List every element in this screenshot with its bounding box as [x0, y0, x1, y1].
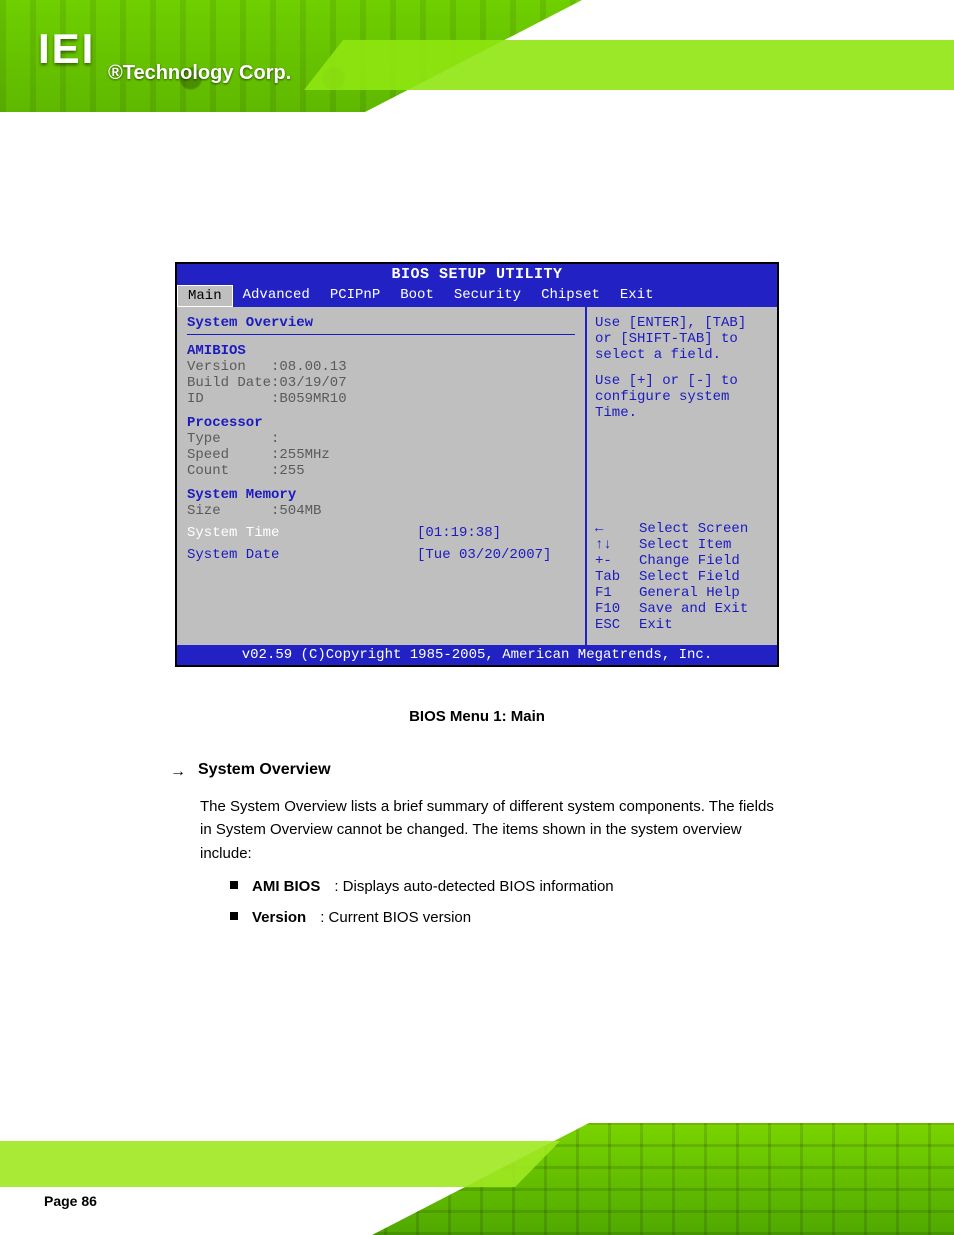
section-paragraph: The System Overview lists a brief summar… — [200, 795, 784, 865]
value-type: : — [271, 431, 279, 447]
tab-advanced[interactable]: Advanced — [233, 285, 320, 307]
value-system-date: [Tue 03/20/2007] — [417, 547, 551, 563]
label-speed: Speed — [187, 447, 271, 463]
section-label: System Overview — [198, 758, 331, 785]
group-memory: System Memory — [187, 487, 575, 503]
bios-title: BIOS SETUP UTILITY — [177, 264, 777, 285]
value-count: :255 — [271, 463, 305, 479]
footer-swoosh-green — [0, 1141, 560, 1187]
nav-key: ↑↓ — [595, 537, 639, 553]
page-footer: Page 86 — [0, 1123, 954, 1235]
bios-footer: v02.59 (C)Copyright 1985-2005, American … — [177, 645, 777, 665]
sub-bullet-label: Version — [252, 906, 306, 929]
label-system-date: System Date — [187, 547, 417, 563]
tagline: ®Technology Corp. — [108, 62, 291, 85]
section-item: → System Overview — [170, 758, 784, 785]
nav-label: Select Item — [639, 537, 731, 553]
nav-row: ↑↓Select Item — [595, 537, 769, 553]
label-id: ID — [187, 391, 271, 407]
nav-key: +- — [595, 553, 639, 569]
row-size: Size:504MB — [187, 503, 575, 519]
square-bullet-icon — [230, 881, 238, 889]
bios-right-pane: Use [ENTER], [TAB] or [SHIFT-TAB] to sel… — [587, 307, 777, 645]
arrow-icon: → — [170, 760, 186, 785]
nav-row: F1General Help — [595, 585, 769, 601]
nav-label: Select Field — [639, 569, 740, 585]
nav-list: ←Select Screen ↑↓Select Item +-Change Fi… — [595, 521, 769, 633]
label-count: Count — [187, 463, 271, 479]
bullet-item: AMI BIOS : Displays auto-detected BIOS i… — [230, 875, 784, 898]
help-line: configure system Time. — [595, 389, 769, 421]
bios-body: System Overview AMIBIOS Version:08.00.13… — [177, 307, 777, 645]
row-system-date[interactable]: System Date [Tue 03/20/2007] — [187, 547, 575, 563]
nav-row: +-Change Field — [595, 553, 769, 569]
section-system-overview: System Overview — [187, 315, 575, 331]
label-size: Size — [187, 503, 271, 519]
value-speed: :255MHz — [271, 447, 330, 463]
header-swoosh-green — [304, 40, 954, 90]
tab-exit[interactable]: Exit — [610, 285, 664, 307]
bios-left-pane: System Overview AMIBIOS Version:08.00.13… — [177, 307, 587, 645]
row-id: ID:B059MR10 — [187, 391, 575, 407]
figure-caption: BIOS Menu 1: Main — [170, 705, 784, 728]
row-speed: Speed:255MHz — [187, 447, 575, 463]
tab-main[interactable]: Main — [177, 285, 233, 307]
value-builddate: :03/19/07 — [271, 375, 347, 391]
nav-label: Select Screen — [639, 521, 748, 537]
value-system-time: [01:19:38] — [417, 525, 501, 541]
sub-bullet-desc: : Current BIOS version — [320, 906, 471, 929]
label-version: Version — [187, 359, 271, 375]
row-type: Type: — [187, 431, 575, 447]
label-system-time: System Time — [187, 525, 417, 541]
nav-label: Change Field — [639, 553, 740, 569]
help-line: or [SHIFT-TAB] to — [595, 331, 769, 347]
nav-row: F10Save and Exit — [595, 601, 769, 617]
logo-text: IEI — [38, 25, 95, 72]
bullet-label: AMI BIOS — [252, 875, 320, 898]
bios-tab-bar: Main Advanced PCIPnP Boot Security Chips… — [177, 285, 777, 307]
help-line: Use [ENTER], [TAB] — [595, 315, 769, 331]
tab-pcipnp[interactable]: PCIPnP — [320, 285, 390, 307]
label-type: Type — [187, 431, 271, 447]
nav-row: TabSelect Field — [595, 569, 769, 585]
help-line: Use [+] or [-] to — [595, 373, 769, 389]
tab-security[interactable]: Security — [444, 285, 531, 307]
nav-key: Tab — [595, 569, 639, 585]
label-builddate: Build Date — [187, 375, 271, 391]
row-builddate: Build Date:03/19/07 — [187, 375, 575, 391]
nav-label: General Help — [639, 585, 740, 601]
tab-boot[interactable]: Boot — [390, 285, 444, 307]
value-id: :B059MR10 — [271, 391, 347, 407]
nav-row: ←Select Screen — [595, 521, 769, 537]
nav-key: F10 — [595, 601, 639, 617]
value-version: :08.00.13 — [271, 359, 347, 375]
divider — [187, 334, 575, 335]
nav-key: F1 — [595, 585, 639, 601]
square-bullet-icon — [230, 912, 238, 920]
sub-bullet-item: Version : Current BIOS version — [230, 906, 784, 929]
nav-key: ESC — [595, 617, 639, 633]
group-amibios: AMIBIOS — [187, 343, 575, 359]
row-system-time[interactable]: System Time [01:19:38] — [187, 525, 575, 541]
nav-label: Save and Exit — [639, 601, 748, 617]
help-line: select a field. — [595, 347, 769, 363]
nav-row: ESCExit — [595, 617, 769, 633]
row-version: Version:08.00.13 — [187, 359, 575, 375]
bullet-desc-inline: : Displays auto-detected BIOS informatio… — [334, 875, 613, 898]
nav-label: Exit — [639, 617, 673, 633]
page-header: IEI ®Technology Corp. — [0, 0, 954, 112]
spacer — [595, 363, 769, 373]
group-processor: Processor — [187, 415, 575, 431]
value-size: :504MB — [271, 503, 321, 519]
bios-screenshot: BIOS SETUP UTILITY Main Advanced PCIPnP … — [175, 262, 779, 667]
row-count: Count:255 — [187, 463, 575, 479]
tab-chipset[interactable]: Chipset — [531, 285, 610, 307]
page-content: BIOS Menu 1: Main → System Overview The … — [0, 667, 954, 929]
page-number: Page 86 — [44, 1193, 97, 1209]
nav-key: ← — [595, 521, 639, 537]
logo: IEI — [38, 28, 95, 70]
